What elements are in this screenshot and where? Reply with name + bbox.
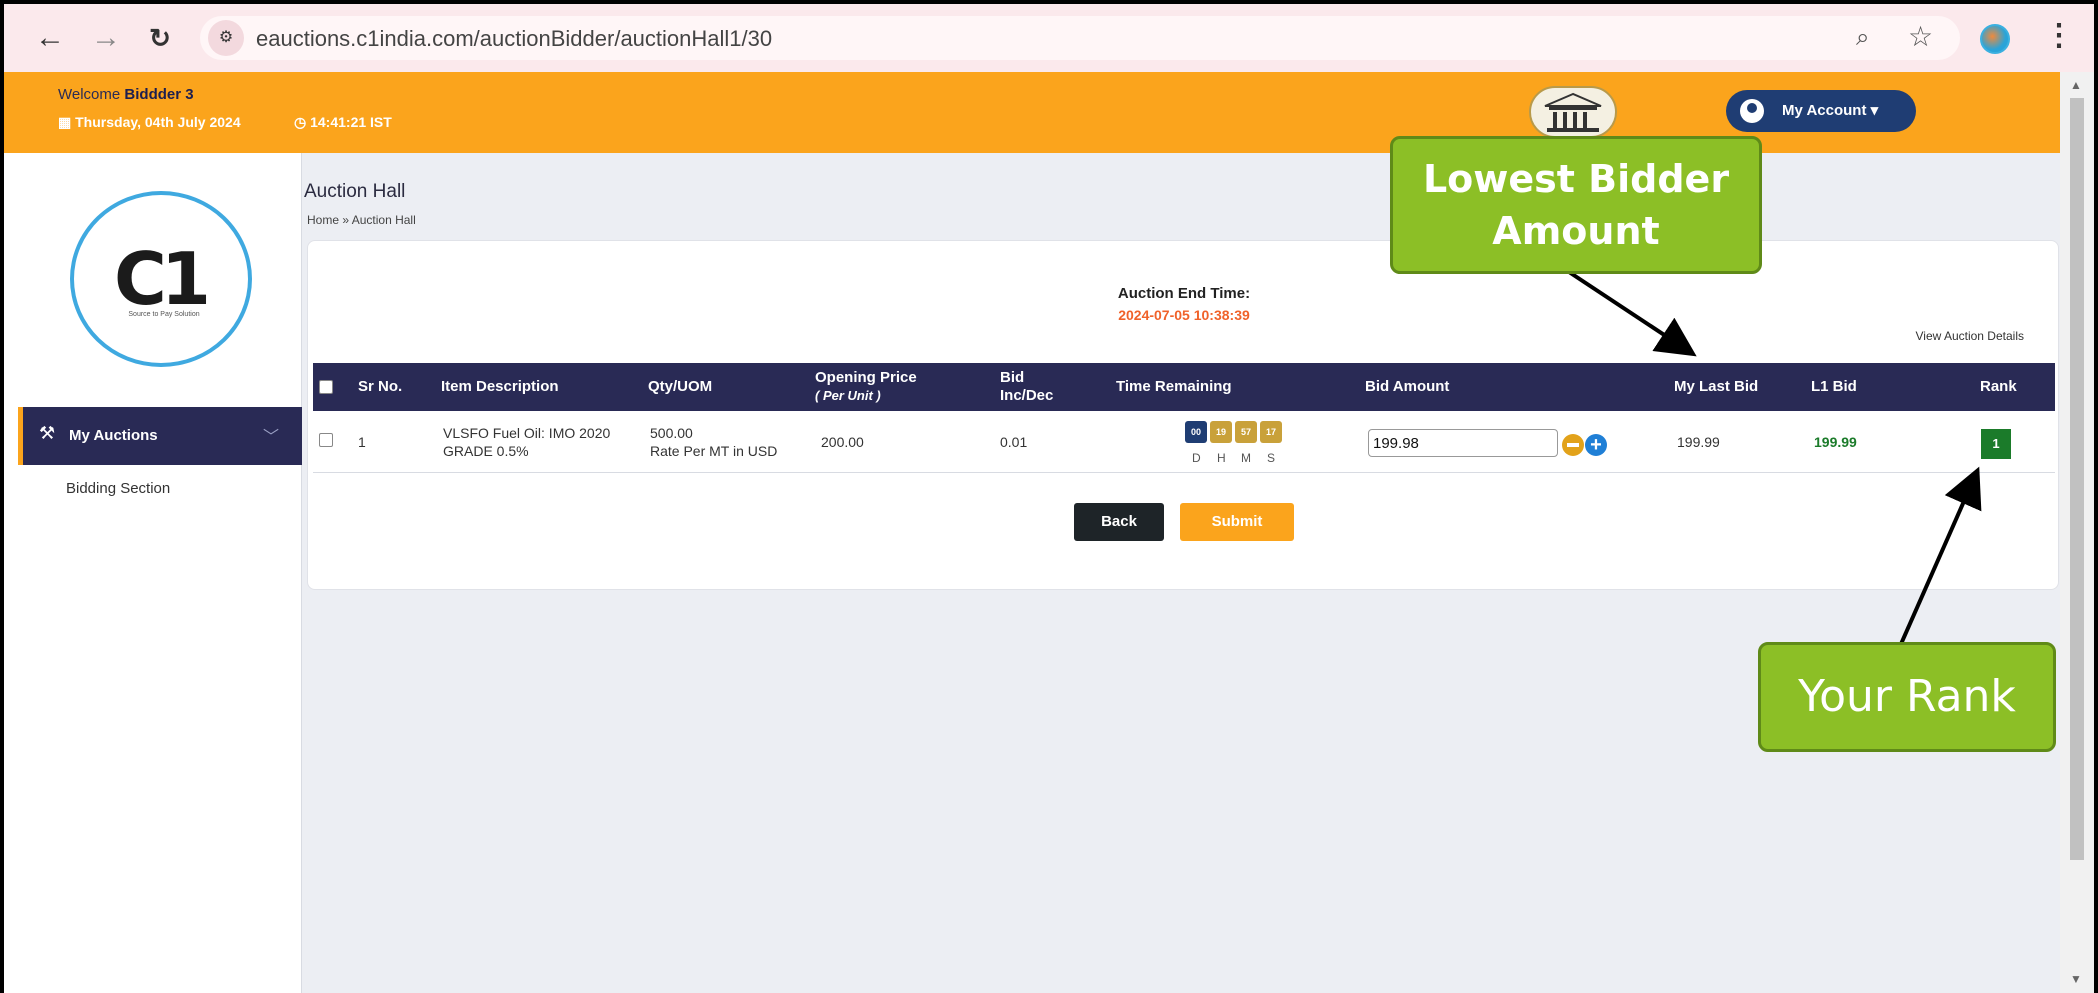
callout-your-rank: Your Rank: [1758, 642, 2056, 752]
callout-lowest-line2: Amount: [1492, 209, 1660, 253]
breadcrumb-home[interactable]: Home: [307, 213, 339, 227]
date-display: ▦ Thursday, 04th July 2024: [58, 114, 241, 131]
header-time-remaining: Time Remaining: [1116, 378, 1232, 395]
timer-label-h: H: [1217, 451, 1226, 465]
welcome-text: Welcome Biddder 3: [58, 86, 194, 103]
cell-qty: 500.00: [650, 425, 693, 441]
plus-icon[interactable]: +: [1585, 434, 1607, 456]
cell-item-line2: GRADE 0.5%: [443, 443, 529, 459]
header-item-description: Item Description: [441, 378, 559, 395]
view-auction-details-link[interactable]: View Auction Details: [1915, 329, 2024, 343]
header-l1-bid: L1 Bid: [1811, 378, 1857, 395]
my-account-button[interactable]: My Account ▾: [1726, 90, 1916, 132]
account-label: My Account: [1782, 102, 1867, 119]
header-opening-price: Opening Price: [815, 369, 917, 386]
temple-logo-icon: [1529, 86, 1617, 138]
logo-tagline: Source to Pay Solution: [128, 311, 200, 318]
user-icon: [1740, 99, 1764, 123]
header-rank: Rank: [1980, 378, 2017, 395]
bid-amount-input[interactable]: [1368, 429, 1558, 457]
cell-uom: Rate Per MT in USD: [650, 443, 778, 459]
back-button[interactable]: Back: [1074, 503, 1164, 541]
timer-minutes: 57: [1235, 421, 1257, 443]
header-bid-inc-sub: Inc/Dec: [1000, 387, 1054, 404]
caret-down-icon: ▾: [1870, 102, 1879, 119]
welcome-prefix: Welcome: [58, 86, 121, 103]
chevron-down-icon[interactable]: ﹀: [263, 423, 279, 447]
scroll-thumb[interactable]: [2070, 98, 2084, 860]
rank-badge: 1: [1981, 429, 2011, 459]
sidebar: C1 Source to Pay Solution ⚒ My Auctions …: [4, 153, 302, 993]
page-scrollbar[interactable]: ▲ ▼: [2060, 72, 2094, 993]
scroll-down-icon[interactable]: ▼: [2070, 972, 2082, 986]
cell-my-last-bid: 199.99: [1677, 434, 1720, 450]
select-all-checkbox[interactable]: [319, 380, 333, 394]
breadcrumb-separator-icon: »: [342, 213, 352, 227]
header-my-last-bid: My Last Bid: [1674, 378, 1759, 395]
cell-l1-bid: 199.99: [1814, 434, 1857, 450]
date-text: Thursday, 04th July 2024: [75, 114, 241, 130]
page-title: Auction Hall: [304, 181, 406, 202]
submit-button[interactable]: Submit: [1180, 503, 1294, 541]
timer-label-d: D: [1192, 451, 1201, 465]
callout-lowest-bidder: Lowest Bidder Amount: [1390, 136, 1762, 274]
timer-label-s: S: [1267, 451, 1276, 465]
clock-icon: ◷: [294, 114, 307, 130]
timer-days: 00: [1185, 421, 1207, 443]
reload-icon[interactable]: ↻: [140, 18, 180, 58]
header-qty-uom: Qty/UOM: [648, 378, 713, 395]
screen: ← → ↻ ⚙ eauctions.c1india.com/auctionBid…: [4, 4, 2094, 993]
cell-bid-inc: 0.01: [1000, 434, 1028, 450]
breadcrumb: Home » Auction Hall: [307, 213, 416, 227]
header-bid-amount: Bid Amount: [1365, 378, 1450, 395]
auction-card: Auction End Time: 2024-07-05 10:38:39 Vi…: [307, 240, 2059, 590]
row-checkbox[interactable]: [319, 433, 333, 447]
auction-end-value: 2024-07-05 10:38:39: [1118, 307, 1250, 323]
auction-end-label: Auction End Time:: [1117, 285, 1251, 302]
table-row: 1 VLSFO Fuel Oil: IMO 2020 GRADE 0.5% 50…: [313, 411, 2055, 473]
forward-arrow-icon[interactable]: →: [86, 18, 126, 58]
cell-opening-price: 200.00: [821, 434, 864, 450]
kebab-menu-icon[interactable]: ⋮: [2044, 18, 2074, 53]
zoom-icon[interactable]: ⌕: [1856, 24, 1869, 52]
timer-seconds: 17: [1260, 421, 1282, 443]
url-text[interactable]: eauctions.c1india.com/auctionBidder/auct…: [256, 26, 772, 52]
timer-label-m: M: [1241, 451, 1251, 465]
star-icon[interactable]: ☆: [1908, 20, 1933, 53]
back-arrow-icon[interactable]: ←: [30, 18, 70, 58]
logo-text: C1: [114, 237, 211, 321]
callout-lowest-line1: Lowest Bidder: [1422, 157, 1730, 201]
gavel-icon: ⚒: [39, 423, 56, 443]
time-text: 14:41:21 IST: [310, 114, 392, 130]
browser-toolbar: ← → ↻ ⚙ eauctions.c1india.com/auctionBid…: [4, 4, 2094, 72]
scroll-up-icon[interactable]: ▲: [2070, 78, 2082, 92]
calendar-icon: ▦: [58, 114, 72, 130]
timer-hours: 19: [1210, 421, 1232, 443]
cell-sr-no: 1: [358, 434, 366, 450]
sidebar-item-my-auctions[interactable]: ⚒ My Auctions ﹀: [18, 407, 302, 465]
header-bid-inc: Bid: [1000, 369, 1025, 386]
header-opening-price-sub: ( Per Unit ): [815, 388, 881, 403]
company-logo: C1 Source to Pay Solution: [70, 191, 252, 367]
sidebar-item-bidding-section[interactable]: Bidding Section: [66, 480, 170, 497]
sidebar-item-label: My Auctions: [69, 427, 158, 444]
time-display: ◷ 14:41:21 IST: [294, 114, 392, 131]
cell-item-line1: VLSFO Fuel Oil: IMO 2020: [443, 425, 611, 441]
address-bar[interactable]: ⚙ eauctions.c1india.com/auctionBidder/au…: [200, 16, 1960, 60]
table-header: Sr No. Item Description Qty/UOM Opening …: [313, 363, 2055, 411]
user-name: Biddder 3: [124, 86, 194, 103]
profile-icon[interactable]: [1980, 24, 2010, 54]
header-sr-no: Sr No.: [358, 378, 403, 395]
minus-icon[interactable]: [1562, 434, 1584, 456]
breadcrumb-current: Auction Hall: [351, 213, 416, 227]
site-info-icon[interactable]: ⚙: [208, 20, 244, 56]
